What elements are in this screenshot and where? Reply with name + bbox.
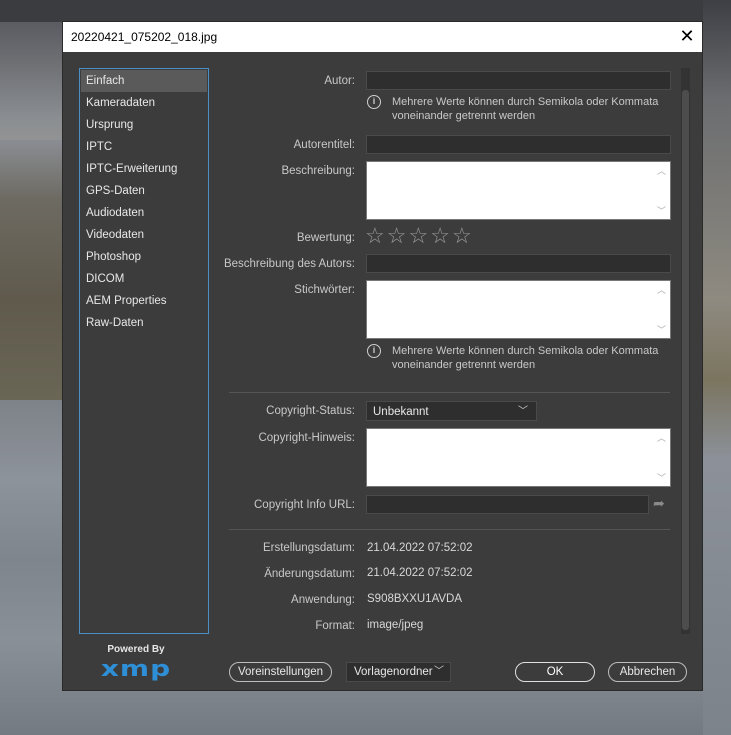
format-value: image/jpeg [367,619,424,631]
section-divider [229,529,670,530]
copyright-url-label: Copyright Info URL: [254,499,355,511]
copyright-status-value: Unbekannt [373,406,429,418]
powered-by-text: Powered By [107,644,165,655]
rating-stars[interactable]: ☆☆☆☆☆ [365,223,474,249]
window-title: 20220421_075202_018.jpg [71,30,218,44]
star-icon[interactable]: ☆ [452,223,474,248]
autor-input[interactable] [366,71,671,90]
file-info-dialog: 20220421_075202_018.jpg ✕ Einfach Kamera… [62,21,703,691]
copyright-hinweis-textarea[interactable]: ︿ ﹀ [366,428,671,487]
autor-hint: Mehrere Werte können durch Semikola oder… [392,96,659,122]
bewertung-label: Bewertung: [296,232,355,244]
autorentitel-label: Autorentitel: [293,139,355,151]
beschreibung-textarea[interactable]: ︿ ﹀ [366,161,671,220]
background-building [0,140,62,400]
star-icon[interactable]: ☆ [430,223,452,248]
info-icon: i [367,344,381,358]
erstellungsdatum-label: Erstellungsdatum: [262,542,355,554]
aenderungsdatum-value: 21.04.2022 07:52:02 [367,567,473,579]
beschreibung-autor-input[interactable] [366,254,671,273]
sidebar-item-raw-daten[interactable]: Raw-Daten [80,312,208,334]
scroll-up-icon[interactable]: ︿ [657,283,666,296]
xmp-branding: Powered By xmp [81,644,191,683]
close-button[interactable]: ✕ [672,22,702,52]
scroll-down-icon[interactable]: ﹀ [657,471,666,484]
star-icon[interactable]: ☆ [387,223,409,248]
beschreibung-autor-label: Beschreibung des Autors: [223,258,355,270]
copyright-status-select[interactable]: Unbekannt ﹀ [366,401,537,421]
voreinstellungen-button[interactable]: Voreinstellungen [229,662,332,682]
stichwoerter-textarea[interactable]: ︿ ﹀ [366,280,671,339]
vorlagenordner-dropdown[interactable]: Vorlagenordner ﹀ [346,662,451,682]
copyright-url-input[interactable] [366,495,649,514]
anwendung-value: S908BXXU1AVDA [367,593,463,605]
chevron-down-icon: ﹀ [518,406,528,417]
sidebar-item-kameradaten[interactable]: Kameradaten [80,92,208,114]
title-bar: 20220421_075202_018.jpg ✕ [63,22,702,52]
star-icon[interactable]: ☆ [365,223,387,248]
vorlagenordner-label: Vorlagenordner [354,666,433,678]
vertical-scrollbar[interactable] [681,68,690,634]
abbrechen-button[interactable]: Abbrechen [608,662,687,682]
copyright-hinweis-label: Copyright-Hinweis: [258,432,355,444]
close-icon: ✕ [679,26,695,46]
star-icon[interactable]: ☆ [408,223,430,248]
sidebar-item-audiodaten[interactable]: Audiodaten [80,202,208,224]
sidebar-item-ursprung[interactable]: Ursprung [80,114,208,136]
share-arrow-icon[interactable]: ➦ [653,495,665,512]
aenderungsdatum-label: Änderungsdatum: [264,568,355,580]
scroll-down-icon[interactable]: ﹀ [657,204,666,217]
scroll-up-icon[interactable]: ︿ [657,164,666,177]
background-right-strip [703,0,731,735]
scroll-up-icon[interactable]: ︿ [657,431,666,444]
chevron-down-icon: ﹀ [434,666,444,677]
sidebar-item-gps-daten[interactable]: GPS-Daten [80,180,208,202]
background-top-strip [0,0,731,22]
xmp-logo: xmp [100,655,172,682]
copyright-status-label: Copyright-Status: [266,405,355,417]
ok-button[interactable]: OK [515,662,595,682]
scroll-down-icon[interactable]: ﹀ [657,323,666,336]
scrollbar-thumb[interactable] [682,90,689,630]
anwendung-label: Anwendung: [291,594,355,606]
stichwoerter-label: Stichwörter: [294,284,355,296]
section-divider [229,392,670,393]
format-label: Format: [315,620,355,632]
stichwoerter-hint: Mehrere Werte können durch Semikola oder… [392,345,659,371]
autorentitel-input[interactable] [366,135,671,154]
info-icon: i [367,95,381,109]
beschreibung-label: Beschreibung: [281,165,355,177]
autor-label: Autor: [324,75,355,87]
erstellungsdatum-value: 21.04.2022 07:52:02 [367,542,473,554]
